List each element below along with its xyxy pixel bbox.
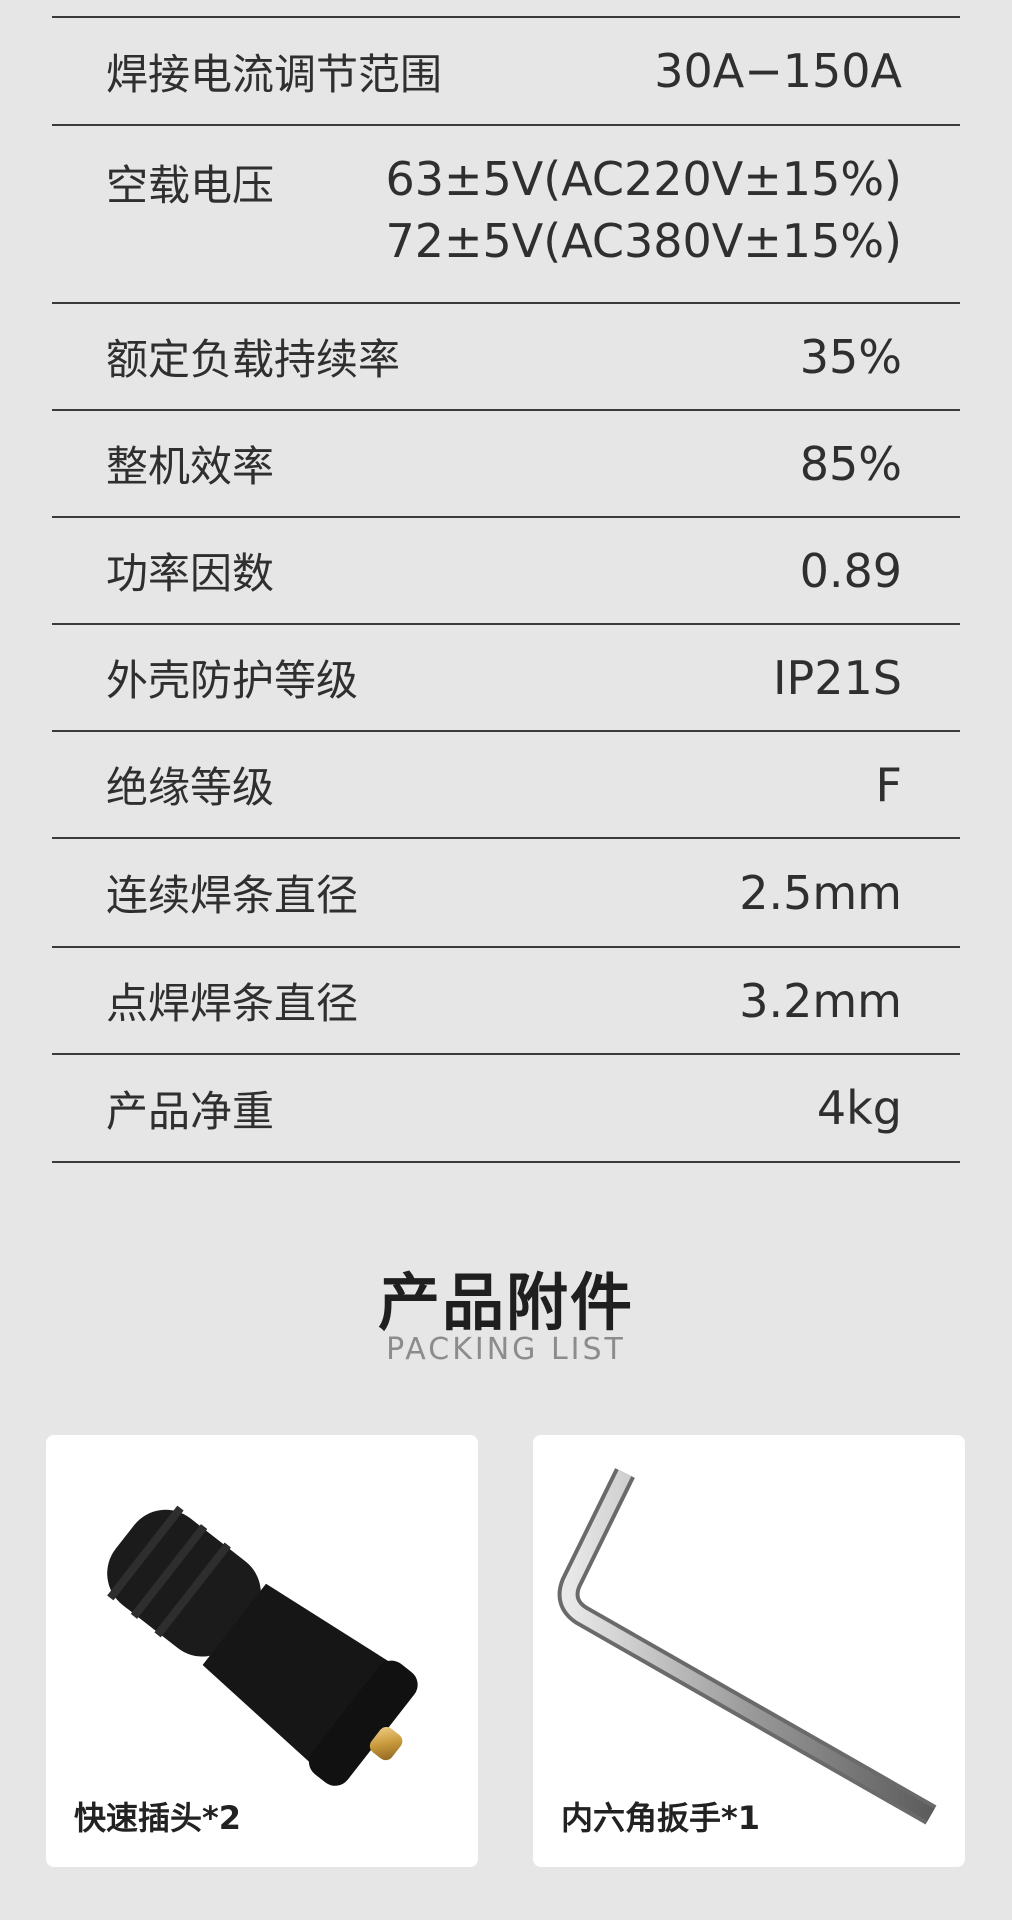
spec-value: 3.2mm bbox=[739, 973, 902, 1028]
spec-label: 绝缘等级 bbox=[106, 763, 275, 812]
spec-row-spot-electrode: 点焊焊条直径 3.2mm bbox=[52, 948, 960, 1055]
spec-label: 产品净重 bbox=[106, 1086, 275, 1136]
spec-value-line: 72±5V(AC380V±15%) bbox=[385, 214, 902, 268]
spec-value: F bbox=[875, 757, 902, 812]
spec-value: 2.5mm bbox=[739, 865, 902, 920]
spec-row-net-weight: 产品净重 4kg bbox=[52, 1055, 960, 1163]
spec-value: 63±5V(AC220V±15%) 72±5V(AC380V±15%) bbox=[385, 148, 902, 272]
spec-value: 0.89 bbox=[799, 543, 902, 598]
spec-label: 额定负载持续率 bbox=[106, 335, 401, 384]
accessory-card-connector: 快速插头*2 bbox=[46, 1435, 478, 1867]
spec-row-current-range: 焊接电流调节范围 30A−150A bbox=[52, 18, 960, 126]
spec-row-efficiency: 整机效率 85% bbox=[52, 411, 960, 518]
accessories-subtitle: PACKING LIST bbox=[386, 1332, 626, 1367]
spec-row-no-load-voltage: 空载电压 63±5V(AC220V±15%) 72±5V(AC380V±15%) bbox=[52, 126, 960, 304]
spec-row-power-factor: 功率因数 0.89 bbox=[52, 518, 960, 625]
spec-table: 焊接电流调节范围 30A−150A 空载电压 63±5V(AC220V±15%)… bbox=[52, 16, 960, 1163]
spec-label: 点焊焊条直径 bbox=[106, 979, 359, 1028]
spec-label: 功率因数 bbox=[106, 549, 275, 598]
spec-label: 整机效率 bbox=[106, 442, 275, 491]
spec-row-continuous-electrode: 连续焊条直径 2.5mm bbox=[52, 839, 960, 948]
spec-row-duty-cycle: 额定负载持续率 35% bbox=[52, 304, 960, 411]
accessory-card-hex-key: 内六角扳手*1 bbox=[533, 1435, 965, 1867]
spec-value: 85% bbox=[799, 436, 902, 491]
spec-row-protection-class: 外壳防护等级 IP21S bbox=[52, 625, 960, 732]
spec-value: IP21S bbox=[772, 650, 902, 705]
spec-label: 连续焊条直径 bbox=[106, 871, 359, 920]
spec-label: 空载电压 bbox=[106, 161, 275, 210]
spec-label: 外壳防护等级 bbox=[106, 656, 359, 705]
spec-value: 35% bbox=[799, 329, 902, 384]
accessory-label: 快速插头*2 bbox=[74, 1799, 242, 1837]
spec-value: 4kg bbox=[816, 1081, 902, 1135]
spec-row-insulation-class: 绝缘等级 F bbox=[52, 732, 960, 839]
spec-value: 30A−150A bbox=[654, 44, 902, 98]
spec-label: 焊接电流调节范围 bbox=[106, 49, 443, 99]
spec-value-line: 63±5V(AC220V±15%) bbox=[385, 152, 902, 206]
accessories-title: 产品附件 bbox=[377, 1266, 634, 1339]
accessory-label: 内六角扳手*1 bbox=[561, 1799, 761, 1837]
